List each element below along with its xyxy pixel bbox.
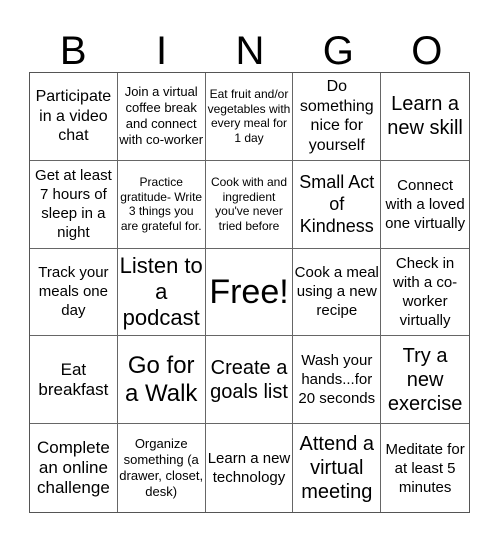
free-space-cell[interactable]: Free!	[205, 248, 294, 337]
bingo-cell-text: Listen to a podcast	[119, 252, 203, 330]
bingo-cell-text: Check in with a co-worker virtually	[392, 254, 458, 329]
bingo-cell-text: Try a new exercise	[387, 344, 463, 415]
bingo-cell[interactable]: Wash your hands...for 20 seconds	[293, 336, 382, 425]
bingo-cell-text: Get at least 7 hours of sleep in a night	[35, 167, 112, 242]
bingo-cell-text: Connect with a loved one virtually	[385, 176, 466, 232]
header-letter-n: N	[235, 29, 265, 73]
bingo-cell-text: Free!	[209, 272, 289, 311]
bingo-cell-text: Cook with and ingredient you've never tr…	[210, 175, 288, 233]
bingo-cell-text: Wash your hands...for 20 seconds	[298, 352, 376, 408]
bingo-cell-text: Track your meals one day	[38, 264, 109, 320]
header-letter-i: I	[156, 29, 168, 73]
bingo-cell[interactable]: Eat breakfast	[30, 336, 118, 425]
bingo-cell[interactable]: Cook a meal using a new recipe	[293, 248, 382, 337]
bingo-cell-text: Organize something (a drawer, closet, de…	[119, 436, 204, 500]
header-letter-b: B	[59, 29, 87, 73]
bingo-cell[interactable]: Track your meals one day	[30, 248, 118, 337]
bingo-cell-text: Eat fruit and/or vegetables with every m…	[207, 87, 291, 145]
bingo-cell[interactable]: Connect with a loved one virtually	[381, 161, 469, 249]
bingo-cell-text: Attend a virtual meeting	[299, 433, 375, 504]
bingo-cell[interactable]: Learn a new skill	[381, 73, 469, 161]
bingo-cell-text: Practice gratitude- Write 3 things you a…	[120, 175, 203, 233]
bingo-header: B I N G O	[29, 30, 471, 72]
bingo-cell-text: Learn a new technology	[207, 450, 291, 487]
bingo-cell-text: Participate in a video chat	[35, 88, 112, 145]
bingo-cell[interactable]: Attend a virtual meeting	[293, 424, 382, 512]
bingo-cell[interactable]: Participate in a video chat	[30, 73, 118, 161]
bingo-cell[interactable]: Check in with a co-worker virtually	[381, 249, 469, 337]
bingo-cell-text: Eat breakfast	[38, 359, 109, 399]
bingo-cell[interactable]: Go for a Walk	[117, 336, 206, 425]
bingo-cell[interactable]: Join a virtual coffee break and connect …	[117, 73, 206, 161]
bingo-cell[interactable]: Do something nice for yourself	[293, 73, 382, 161]
bingo-cell[interactable]: Small Act of Kindness	[293, 160, 382, 249]
bingo-cell-text: Go for a Walk	[124, 351, 198, 407]
bingo-cell-text: Join a virtual coffee break and connect …	[119, 84, 204, 148]
header-letter-o: O	[411, 29, 443, 73]
bingo-cell-text: Cook a meal using a new recipe	[294, 264, 379, 320]
bingo-cell[interactable]: Try a new exercise	[381, 336, 469, 425]
bingo-cell-text: Create a goals list	[210, 356, 288, 403]
bingo-cell-text: Complete an online challenge	[37, 438, 110, 498]
bingo-cell[interactable]: Organize something (a drawer, closet, de…	[118, 424, 206, 512]
bingo-cell[interactable]: Practice gratitude- Write 3 things you a…	[117, 160, 206, 249]
bingo-cell[interactable]: Listen to a podcast	[117, 248, 206, 337]
bingo-cell[interactable]: Create a goals list	[205, 336, 294, 425]
bingo-cell[interactable]: Meditate for at least 5 minutes	[381, 424, 469, 512]
bingo-cell-text: Do something nice for yourself	[299, 78, 374, 154]
bingo-cell[interactable]: Cook with and ingredient you've never tr…	[205, 160, 294, 249]
bingo-cell[interactable]: Learn a new technology	[206, 424, 294, 512]
header-letter-g: G	[322, 29, 354, 73]
bingo-cell[interactable]: Eat fruit and/or vegetables with every m…	[205, 73, 294, 161]
bingo-cell-text: Learn a new skill	[387, 93, 463, 140]
bingo-cell-text: Meditate for at least 5 minutes	[385, 440, 465, 496]
bingo-cell[interactable]: Get at least 7 hours of sleep in a night	[30, 160, 118, 249]
bingo-cell[interactable]: Complete an online challenge	[30, 424, 118, 512]
bingo-grid: Participate in a video chat Join a virtua…	[29, 72, 470, 513]
bingo-cell-text: Small Act of Kindness	[299, 172, 375, 237]
